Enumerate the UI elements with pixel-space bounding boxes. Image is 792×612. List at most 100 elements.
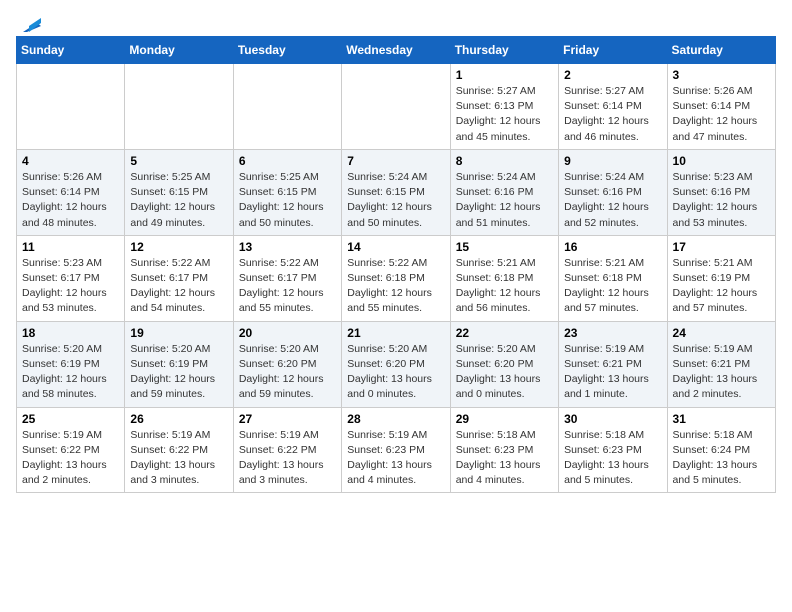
day-number: 24 <box>673 326 770 340</box>
day-info: Sunrise: 5:21 AM Sunset: 6:18 PM Dayligh… <box>456 256 553 317</box>
calendar-day-cell: 19Sunrise: 5:20 AM Sunset: 6:19 PM Dayli… <box>125 321 233 407</box>
day-info: Sunrise: 5:18 AM Sunset: 6:24 PM Dayligh… <box>673 428 770 489</box>
calendar-day-cell: 17 Sunrise: 5:21 AM Sunset: 6:19 PM Dayli… <box>667 235 775 321</box>
calendar-day-cell <box>233 64 341 150</box>
day-info: Sunrise: 5:20 AM Sunset: 6:19 PM Dayligh… <box>130 342 227 403</box>
day-number: 26 <box>130 412 227 426</box>
calendar-day-cell: 4 Sunrise: 5:26 AM Sunset: 6:14 PM Daylig… <box>17 149 125 235</box>
day-number: 9 <box>564 154 661 168</box>
day-info: Sunrise: 5:18 AM Sunset: 6:23 PM Dayligh… <box>564 428 661 489</box>
logo-icon <box>19 14 41 32</box>
calendar-day-cell <box>342 64 450 150</box>
calendar-day-cell: 27 Sunrise: 5:19 AM Sunset: 6:22 PM Dayli… <box>233 407 341 493</box>
day-number: 15 <box>456 240 553 254</box>
calendar-header-row: SundayMondayTuesdayWednesdayThursdayFrid… <box>17 37 776 64</box>
day-info: Sunrise: 5:21 AM Sunset: 6:19 PM Dayligh… <box>673 256 770 317</box>
day-info: Sunrise: 5:24 AM Sunset: 6:15 PM Dayligh… <box>347 170 444 231</box>
calendar-day-cell: 5 Sunrise: 5:25 AM Sunset: 6:15 PM Daylig… <box>125 149 233 235</box>
calendar-day-cell: 2Sunrise: 5:27 AM Sunset: 6:14 PM Daylig… <box>559 64 667 150</box>
day-number: 29 <box>456 412 553 426</box>
day-info: Sunrise: 5:25 AM Sunset: 6:15 PM Dayligh… <box>130 170 227 231</box>
calendar-day-cell: 10 Sunrise: 5:23 AM Sunset: 6:16 PM Dayli… <box>667 149 775 235</box>
day-info: Sunrise: 5:20 AM Sunset: 6:20 PM Dayligh… <box>456 342 553 403</box>
day-info: Sunrise: 5:19 AM Sunset: 6:22 PM Dayligh… <box>22 428 119 489</box>
calendar-day-cell: 26 Sunrise: 5:19 AM Sunset: 6:22 PM Dayli… <box>125 407 233 493</box>
day-number: 13 <box>239 240 336 254</box>
day-number: 12 <box>130 240 227 254</box>
calendar-day-cell: 28Sunrise: 5:19 AM Sunset: 6:23 PM Dayli… <box>342 407 450 493</box>
day-info: Sunrise: 5:20 AM Sunset: 6:20 PM Dayligh… <box>347 342 444 403</box>
day-info: Sunrise: 5:23 AM Sunset: 6:17 PM Dayligh… <box>22 256 119 317</box>
day-number: 6 <box>239 154 336 168</box>
day-number: 16 <box>564 240 661 254</box>
day-number: 4 <box>22 154 119 168</box>
day-info: Sunrise: 5:18 AM Sunset: 6:23 PM Dayligh… <box>456 428 553 489</box>
calendar-day-cell: 29 Sunrise: 5:18 AM Sunset: 6:23 PM Dayli… <box>450 407 558 493</box>
calendar-week-row: 25 Sunrise: 5:19 AM Sunset: 6:22 PM Dayli… <box>17 407 776 493</box>
day-number: 23 <box>564 326 661 340</box>
calendar-day-cell: 18 Sunrise: 5:20 AM Sunset: 6:19 PM Dayli… <box>17 321 125 407</box>
day-number: 8 <box>456 154 553 168</box>
calendar-day-cell: 25 Sunrise: 5:19 AM Sunset: 6:22 PM Dayli… <box>17 407 125 493</box>
calendar-day-cell: 12 Sunrise: 5:22 AM Sunset: 6:17 PM Dayli… <box>125 235 233 321</box>
day-info: Sunrise: 5:20 AM Sunset: 6:19 PM Dayligh… <box>22 342 119 403</box>
day-number: 3 <box>673 68 770 82</box>
calendar-week-row: 11 Sunrise: 5:23 AM Sunset: 6:17 PM Dayli… <box>17 235 776 321</box>
calendar-day-cell: 6 Sunrise: 5:25 AM Sunset: 6:15 PM Daylig… <box>233 149 341 235</box>
logo <box>16 16 41 28</box>
day-number: 14 <box>347 240 444 254</box>
calendar-day-cell: 9Sunrise: 5:24 AM Sunset: 6:16 PM Daylig… <box>559 149 667 235</box>
day-info: Sunrise: 5:21 AM Sunset: 6:18 PM Dayligh… <box>564 256 661 317</box>
calendar-day-cell: 30Sunrise: 5:18 AM Sunset: 6:23 PM Dayli… <box>559 407 667 493</box>
calendar-day-cell: 1 Sunrise: 5:27 AM Sunset: 6:13 PM Daylig… <box>450 64 558 150</box>
day-info: Sunrise: 5:27 AM Sunset: 6:13 PM Dayligh… <box>456 84 553 145</box>
calendar-day-cell: 22 Sunrise: 5:20 AM Sunset: 6:20 PM Dayli… <box>450 321 558 407</box>
day-info: Sunrise: 5:19 AM Sunset: 6:21 PM Dayligh… <box>564 342 661 403</box>
calendar-day-cell: 23 Sunrise: 5:19 AM Sunset: 6:21 PM Dayli… <box>559 321 667 407</box>
day-number: 7 <box>347 154 444 168</box>
day-info: Sunrise: 5:19 AM Sunset: 6:22 PM Dayligh… <box>239 428 336 489</box>
day-number: 1 <box>456 68 553 82</box>
calendar-week-row: 18 Sunrise: 5:20 AM Sunset: 6:19 PM Dayli… <box>17 321 776 407</box>
calendar-day-cell: 21 Sunrise: 5:20 AM Sunset: 6:20 PM Dayli… <box>342 321 450 407</box>
weekday-header: Thursday <box>450 37 558 64</box>
day-number: 22 <box>456 326 553 340</box>
day-number: 2 <box>564 68 661 82</box>
weekday-header: Tuesday <box>233 37 341 64</box>
day-number: 25 <box>22 412 119 426</box>
day-number: 21 <box>347 326 444 340</box>
day-info: Sunrise: 5:23 AM Sunset: 6:16 PM Dayligh… <box>673 170 770 231</box>
day-number: 17 <box>673 240 770 254</box>
day-number: 27 <box>239 412 336 426</box>
calendar-day-cell: 11 Sunrise: 5:23 AM Sunset: 6:17 PM Dayli… <box>17 235 125 321</box>
day-number: 31 <box>673 412 770 426</box>
calendar-table: SundayMondayTuesdayWednesdayThursdayFrid… <box>16 36 776 493</box>
day-number: 18 <box>22 326 119 340</box>
calendar-day-cell: 13 Sunrise: 5:22 AM Sunset: 6:17 PM Dayli… <box>233 235 341 321</box>
day-info: Sunrise: 5:26 AM Sunset: 6:14 PM Dayligh… <box>22 170 119 231</box>
day-info: Sunrise: 5:25 AM Sunset: 6:15 PM Dayligh… <box>239 170 336 231</box>
calendar-day-cell: 3Sunrise: 5:26 AM Sunset: 6:14 PM Daylig… <box>667 64 775 150</box>
day-number: 5 <box>130 154 227 168</box>
calendar-week-row: 4 Sunrise: 5:26 AM Sunset: 6:14 PM Daylig… <box>17 149 776 235</box>
day-info: Sunrise: 5:19 AM Sunset: 6:22 PM Dayligh… <box>130 428 227 489</box>
day-info: Sunrise: 5:24 AM Sunset: 6:16 PM Dayligh… <box>456 170 553 231</box>
calendar-day-cell <box>17 64 125 150</box>
day-info: Sunrise: 5:22 AM Sunset: 6:17 PM Dayligh… <box>130 256 227 317</box>
calendar-day-cell: 14 Sunrise: 5:22 AM Sunset: 6:18 PM Dayli… <box>342 235 450 321</box>
day-info: Sunrise: 5:22 AM Sunset: 6:18 PM Dayligh… <box>347 256 444 317</box>
weekday-header: Sunday <box>17 37 125 64</box>
day-info: Sunrise: 5:22 AM Sunset: 6:17 PM Dayligh… <box>239 256 336 317</box>
day-number: 11 <box>22 240 119 254</box>
day-number: 20 <box>239 326 336 340</box>
calendar-week-row: 1 Sunrise: 5:27 AM Sunset: 6:13 PM Daylig… <box>17 64 776 150</box>
calendar-day-cell: 8 Sunrise: 5:24 AM Sunset: 6:16 PM Daylig… <box>450 149 558 235</box>
calendar-day-cell: 15 Sunrise: 5:21 AM Sunset: 6:18 PM Dayli… <box>450 235 558 321</box>
day-info: Sunrise: 5:19 AM Sunset: 6:23 PM Dayligh… <box>347 428 444 489</box>
day-info: Sunrise: 5:20 AM Sunset: 6:20 PM Dayligh… <box>239 342 336 403</box>
calendar-day-cell <box>125 64 233 150</box>
day-number: 10 <box>673 154 770 168</box>
day-info: Sunrise: 5:19 AM Sunset: 6:21 PM Dayligh… <box>673 342 770 403</box>
weekday-header: Monday <box>125 37 233 64</box>
calendar-day-cell: 24 Sunrise: 5:19 AM Sunset: 6:21 PM Dayli… <box>667 321 775 407</box>
